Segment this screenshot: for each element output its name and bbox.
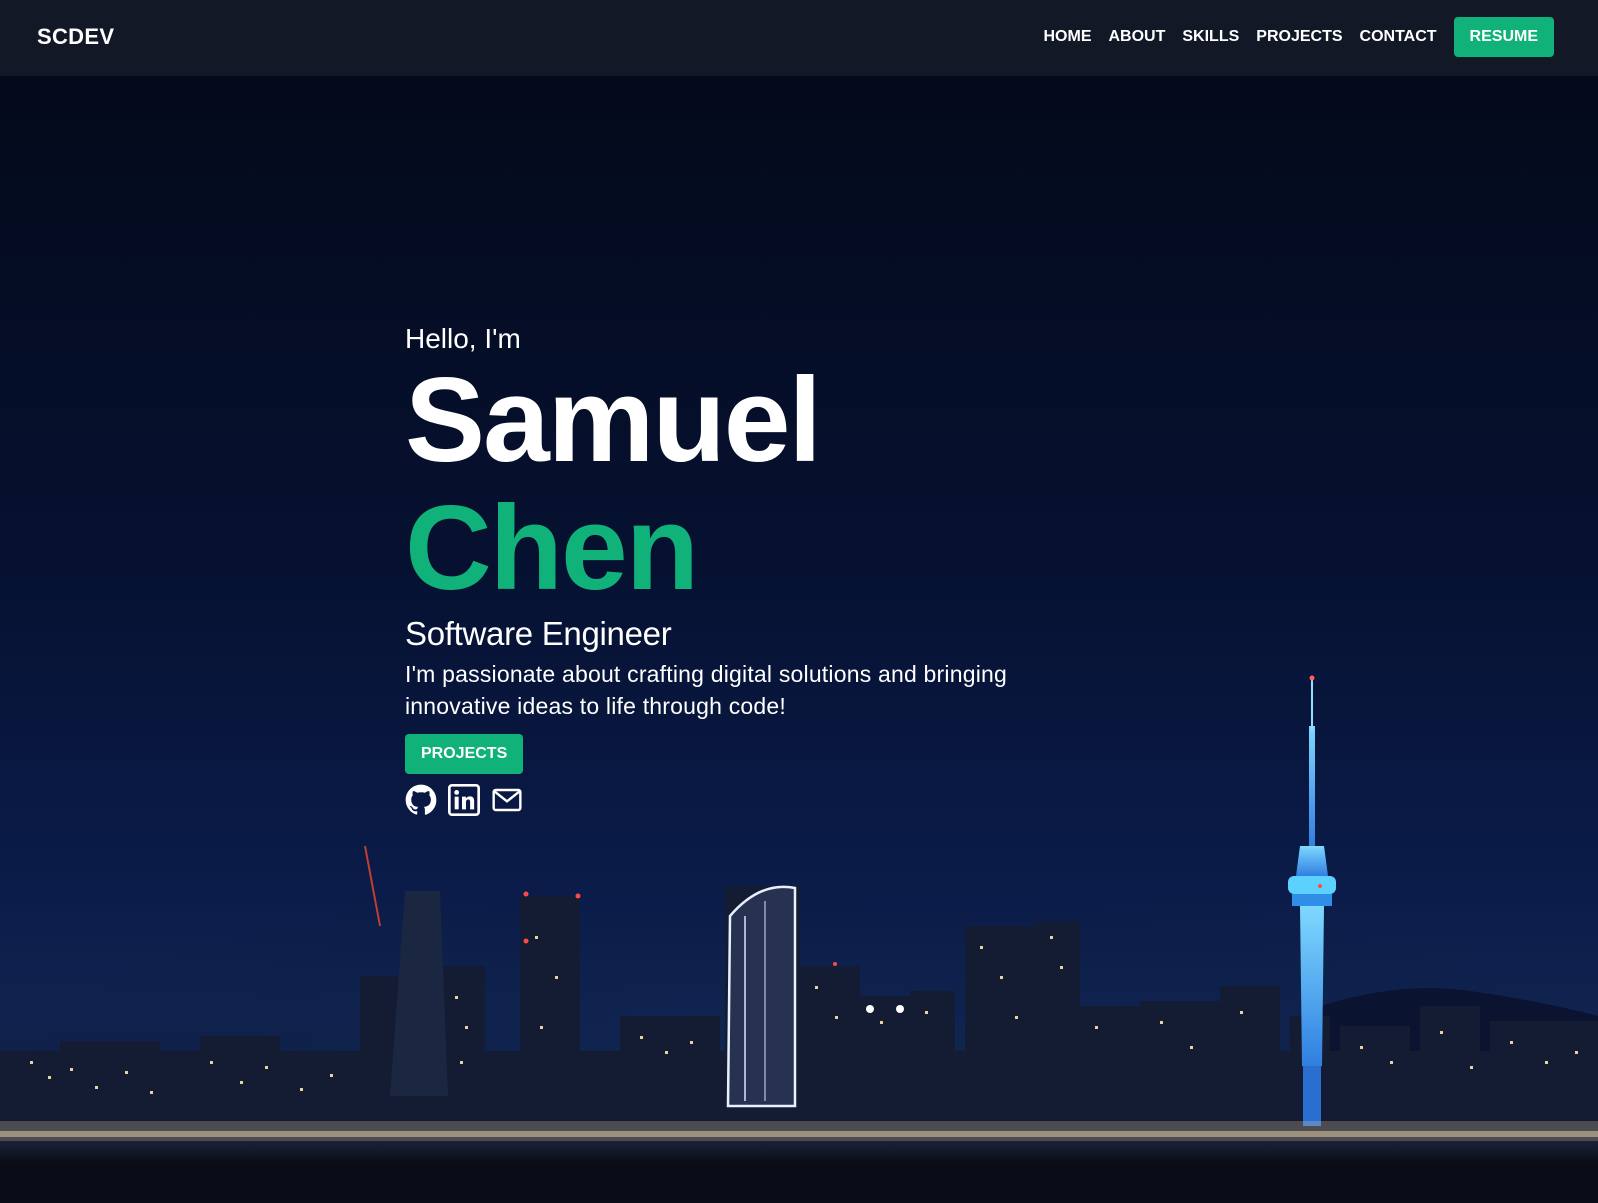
nav-projects-link[interactable]: PROJECTS: [1256, 17, 1342, 57]
hero-role: Software Engineer: [405, 615, 672, 652]
hero-content: Hello, I'm Samuel Chen Software Engineer…: [405, 322, 1165, 816]
hero-first-name: Samuel: [405, 353, 822, 487]
hero-section: Hello, I'm Samuel Chen Software Engineer…: [0, 76, 1598, 1163]
resume-button[interactable]: RESUME: [1453, 17, 1554, 57]
nav-contact-link[interactable]: CONTACT: [1360, 17, 1437, 57]
mail-icon[interactable]: [491, 784, 523, 816]
projects-button[interactable]: PROJECTS: [405, 734, 524, 774]
brand-logo[interactable]: SCDEV: [37, 22, 114, 52]
hero-tagline: I'm passionate about crafting digital so…: [405, 661, 1007, 719]
nav-home-link[interactable]: HOME: [1043, 17, 1091, 57]
social-links: [405, 784, 1165, 816]
github-icon[interactable]: [405, 784, 437, 816]
nav-about-link[interactable]: ABOUT: [1108, 17, 1165, 57]
portfolio-page: SCDEV HOME ABOUT SKILLS PROJECTS CONTACT…: [0, 0, 1598, 1203]
nav-skills-link[interactable]: SKILLS: [1182, 17, 1239, 57]
linkedin-icon[interactable]: [448, 784, 480, 816]
hero-greeting: Hello, I'm: [405, 323, 521, 354]
nav-links: HOME ABOUT SKILLS PROJECTS CONTACT RESUM…: [1043, 17, 1554, 57]
hero-last-name: Chen: [405, 481, 699, 615]
page-bottom-strip: [0, 1163, 1598, 1203]
top-navbar: SCDEV HOME ABOUT SKILLS PROJECTS CONTACT…: [0, 0, 1598, 76]
